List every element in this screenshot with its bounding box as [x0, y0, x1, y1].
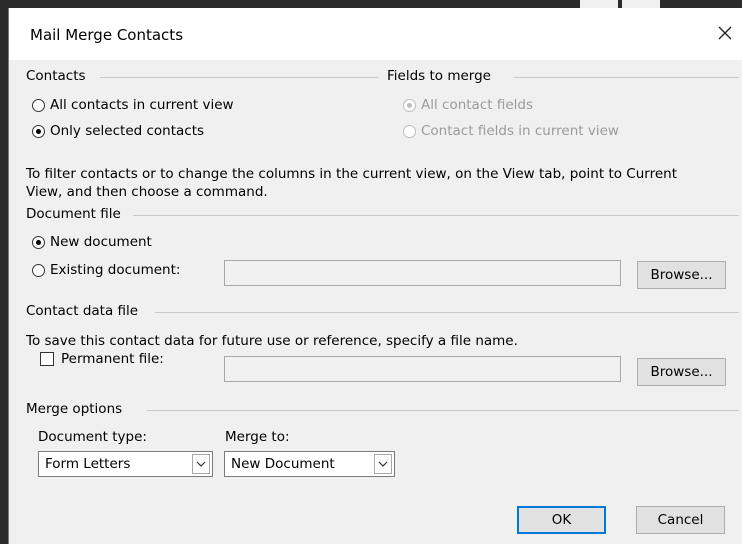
current-view-fields-label[interactable]: Contact fields in current view — [421, 123, 619, 139]
permanent-file-path-input[interactable] — [224, 356, 621, 382]
document-type-value: Form Letters — [45, 456, 131, 472]
permanent-file-label[interactable]: Permanent file: — [61, 351, 164, 367]
merge-to-label: Merge to: — [225, 429, 290, 445]
close-button[interactable] — [713, 21, 737, 45]
background-segment — [622, 0, 660, 8]
contact-data-file-heading: Contact data file — [26, 303, 139, 319]
document-type-select[interactable]: Form Letters — [38, 451, 213, 477]
all-contacts-radio[interactable] — [32, 99, 45, 112]
cancel-button[interactable]: Cancel — [636, 506, 725, 534]
close-icon — [718, 26, 732, 40]
existing-document-path-input[interactable] — [224, 260, 621, 286]
all-contacts-label[interactable]: All contacts in current view — [50, 97, 234, 113]
contact-data-file-note: To save this contact data for future use… — [26, 333, 518, 349]
merge-options-heading: Merge options — [26, 401, 123, 417]
filter-note-line2: View, and then choose a command. — [26, 184, 268, 200]
existing-document-radio[interactable] — [32, 264, 45, 277]
background-window-strip — [0, 0, 742, 8]
document-file-rule — [133, 215, 739, 216]
document-type-label: Document type: — [38, 429, 147, 445]
chevron-down-icon — [196, 461, 206, 467]
fields-to-merge-heading: Fields to merge — [387, 68, 491, 84]
merge-to-select[interactable]: New Document — [224, 451, 395, 477]
ok-button[interactable]: OK — [517, 506, 606, 534]
background-segment — [580, 0, 618, 8]
document-type-dropdown-button[interactable] — [192, 454, 210, 474]
filter-note-line1: To filter contacts or to change the colu… — [26, 166, 677, 182]
chevron-down-icon — [378, 461, 388, 467]
contact-data-file-rule — [155, 312, 739, 313]
existing-document-label[interactable]: Existing document: — [50, 262, 180, 278]
selected-contacts-label[interactable]: Only selected contacts — [50, 123, 204, 139]
dialog-titlebar: Mail Merge Contacts — [9, 8, 742, 60]
current-view-fields-radio[interactable] — [403, 125, 416, 138]
contacts-group-rule — [100, 77, 378, 78]
dialog-title: Mail Merge Contacts — [30, 26, 184, 44]
mail-merge-dialog: Mail Merge Contacts Contacts All contact… — [8, 8, 742, 544]
all-fields-label[interactable]: All contact fields — [421, 97, 533, 113]
merge-options-rule — [147, 410, 739, 411]
document-browse-button[interactable]: Browse... — [637, 261, 726, 289]
merge-to-dropdown-button[interactable] — [374, 454, 392, 474]
merge-to-value: New Document — [231, 456, 335, 472]
permanent-file-checkbox[interactable] — [40, 352, 54, 366]
selected-contacts-radio[interactable] — [32, 125, 45, 138]
contact-data-browse-button[interactable]: Browse... — [637, 358, 726, 386]
all-fields-radio[interactable] — [403, 99, 416, 112]
new-document-label[interactable]: New document — [50, 234, 152, 250]
fields-to-merge-rule — [514, 77, 739, 78]
contacts-group-heading: Contacts — [26, 68, 86, 84]
new-document-radio[interactable] — [32, 236, 45, 249]
background-window-edge — [0, 0, 8, 544]
document-file-heading: Document file — [26, 206, 121, 222]
